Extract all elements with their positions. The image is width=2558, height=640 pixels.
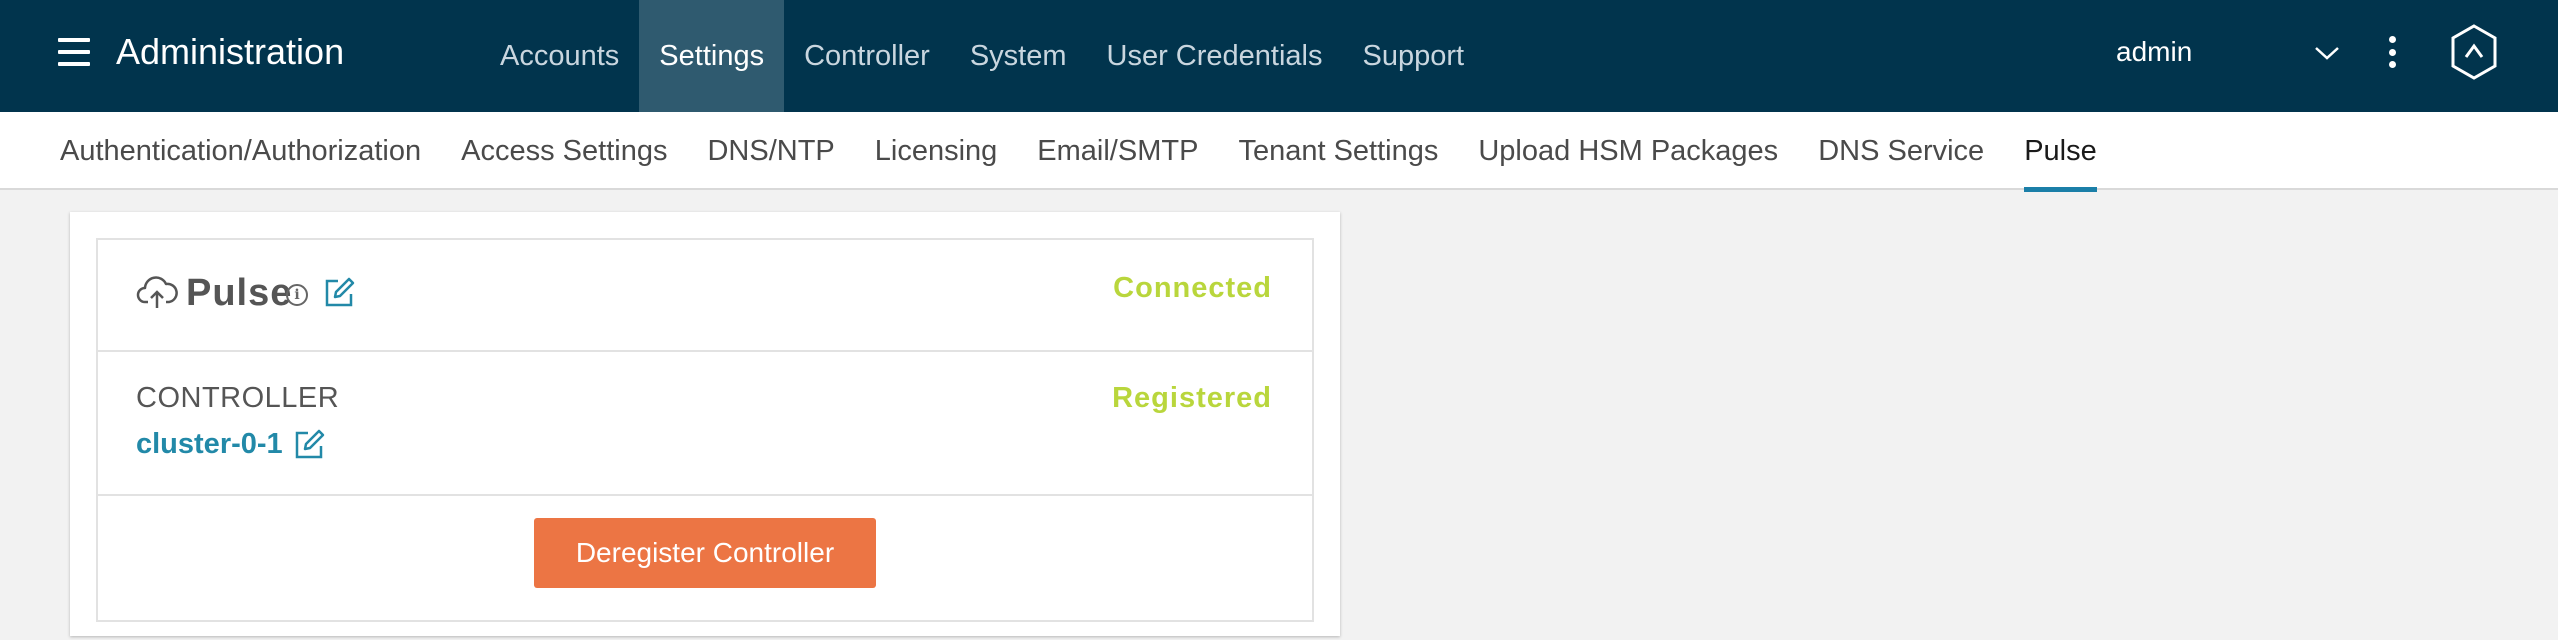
app-title: Administration bbox=[116, 31, 345, 72]
deregister-controller-button[interactable]: Deregister Controller bbox=[534, 518, 876, 588]
pulse-header-section: Pulse i Connected bbox=[98, 240, 1312, 352]
controller-label: CONTROLLER bbox=[136, 382, 340, 414]
nav-accounts[interactable]: Accounts bbox=[480, 0, 639, 112]
nav-user-credentials[interactable]: User Credentials bbox=[1087, 0, 1343, 112]
pulse-title: Pulse bbox=[186, 272, 293, 314]
kebab-menu-icon[interactable] bbox=[2384, 36, 2400, 68]
tab-upload-hsm-packages[interactable]: Upload HSM Packages bbox=[1458, 112, 1798, 190]
tab-dns-service[interactable]: DNS Service bbox=[1798, 112, 2004, 190]
tab-authentication-authorization[interactable]: Authentication/Authorization bbox=[40, 112, 441, 190]
pulse-card: Pulse i Connected CONTROLLER cluster-0-1… bbox=[70, 212, 1340, 636]
tab-pulse[interactable]: Pulse bbox=[2004, 112, 2117, 192]
edit-controller-icon[interactable] bbox=[292, 428, 326, 462]
registration-status: Registered bbox=[1112, 382, 1272, 414]
chevron-down-icon[interactable] bbox=[2312, 38, 2342, 68]
info-icon[interactable]: i bbox=[286, 284, 308, 306]
connection-status: Connected bbox=[1113, 272, 1272, 304]
edit-icon[interactable] bbox=[322, 276, 356, 310]
nav-settings[interactable]: Settings bbox=[639, 0, 785, 112]
top-header: Administration Accounts Settings Control… bbox=[0, 0, 2558, 112]
pulse-card-inner: Pulse i Connected CONTROLLER cluster-0-1… bbox=[96, 238, 1314, 622]
user-menu-name[interactable]: admin bbox=[2116, 34, 2192, 70]
tab-email-smtp[interactable]: Email/SMTP bbox=[1017, 112, 1218, 190]
controller-section: CONTROLLER cluster-0-1 Registered bbox=[98, 352, 1312, 496]
actions-section: Deregister Controller bbox=[98, 496, 1312, 620]
main-nav: Accounts Settings Controller System User… bbox=[480, 0, 1484, 112]
controller-name-link[interactable]: cluster-0-1 bbox=[136, 426, 283, 462]
tab-tenant-settings[interactable]: Tenant Settings bbox=[1218, 112, 1458, 190]
nav-support[interactable]: Support bbox=[1342, 0, 1484, 112]
cloud-upload-icon bbox=[136, 276, 178, 308]
tab-dns-ntp[interactable]: DNS/NTP bbox=[687, 112, 854, 190]
nav-system[interactable]: System bbox=[950, 0, 1087, 112]
tab-access-settings[interactable]: Access Settings bbox=[441, 112, 687, 190]
nav-controller[interactable]: Controller bbox=[784, 0, 950, 112]
settings-subnav: Authentication/Authorization Access Sett… bbox=[0, 112, 2558, 192]
brand-logo-icon[interactable] bbox=[2450, 24, 2498, 80]
hamburger-icon[interactable] bbox=[58, 38, 90, 66]
tab-licensing[interactable]: Licensing bbox=[855, 112, 1018, 190]
